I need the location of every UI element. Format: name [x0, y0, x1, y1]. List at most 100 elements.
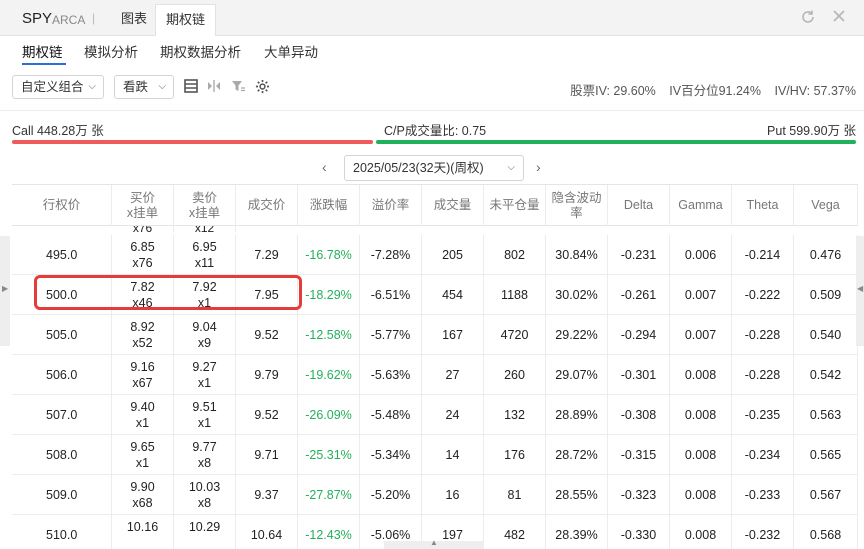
- call-volume: Call 448.28万 张: [12, 124, 104, 138]
- bid-price: 9.40: [130, 400, 155, 414]
- cell-delta: -0.315: [608, 435, 670, 475]
- cell-premium: -5.48%: [360, 395, 422, 435]
- cell-vega: 0.542: [794, 355, 858, 395]
- cell-iv: 30.02%: [546, 275, 608, 315]
- cell-delta: -0.323: [608, 475, 670, 515]
- cell-volume: 14: [422, 435, 484, 475]
- cell-last: 9.52: [236, 315, 298, 355]
- cell-premium: -5.34%: [360, 435, 422, 475]
- bid-price: 10.16: [126, 520, 159, 534]
- combo-select-value: 自定义组合: [21, 80, 84, 94]
- cell-vega: 0.540: [794, 315, 858, 355]
- column-header-chg[interactable]: 涨跌幅: [298, 185, 360, 226]
- subtab-simulation[interactable]: 模拟分析: [84, 41, 138, 61]
- cell-iv: 29.22%: [546, 315, 608, 355]
- cell-delta: -0.294: [608, 315, 670, 355]
- tab-option-chain[interactable]: 期权链: [155, 4, 217, 36]
- cell-iv: 28.89%: [546, 395, 608, 435]
- cell-gamma: 0.008: [670, 515, 732, 549]
- layout-icon[interactable]: [184, 79, 200, 95]
- column-header-premium[interactable]: 溢价率: [360, 185, 422, 226]
- cell-last: 9.37: [236, 475, 298, 515]
- filter-icon[interactable]: [231, 79, 247, 95]
- right-panel-handle[interactable]: ◀: [856, 236, 864, 346]
- column-header-ask[interactable]: 卖价 x挂单: [174, 185, 236, 226]
- bid-price: 9.65: [130, 440, 155, 454]
- table-row[interactable]: 506.0 9.16 x67 9.27 x1 9.79 -19.62% -5.63% 27 260…: [12, 355, 858, 395]
- cell-chg: -12.58%: [298, 315, 360, 355]
- refresh-icon[interactable]: [799, 9, 817, 27]
- close-icon[interactable]: [830, 9, 848, 27]
- column-header-theta[interactable]: Theta: [732, 185, 794, 226]
- column-header-iv[interactable]: 隐含波动率: [546, 185, 608, 226]
- subtab-option-chain[interactable]: 期权链: [22, 41, 63, 61]
- table-row-partial: x76x12: [12, 226, 858, 232]
- cell-chg: -19.62%: [298, 355, 360, 395]
- ask-size: x8: [197, 456, 212, 470]
- expiry-select[interactable]: 2025/05/23(32天)(周权) ⌵: [344, 155, 524, 181]
- cell-delta: -0.301: [608, 355, 670, 395]
- column-header-bid[interactable]: 买价 x挂单: [112, 185, 174, 226]
- column-header-vega[interactable]: Vega: [794, 185, 858, 226]
- cell-theta: -0.214: [732, 235, 794, 275]
- cell-delta: -0.231: [608, 235, 670, 275]
- cell-chg: -27.87%: [298, 475, 360, 515]
- active-subtab-indicator: [22, 63, 66, 65]
- ask-size: x11: [194, 256, 215, 270]
- table-row[interactable]: 495.0 6.85 x76 6.95 x11 7.29 -16.78% -7.28% 205 8…: [12, 235, 858, 275]
- subtab-block-trades[interactable]: 大单异动: [264, 41, 318, 61]
- combo-select[interactable]: 自定义组合 ⌵: [12, 75, 104, 99]
- ask-size: x8: [197, 496, 212, 510]
- table-row[interactable]: 507.0 9.40 x1 9.51 x1 9.52 -26.09% -5.48% 24 132 2…: [12, 395, 858, 435]
- table-row[interactable]: 509.0 9.90 x68 10.03 x8 9.37 -27.87% -5.20% 16 81…: [12, 475, 858, 515]
- subtab-option-data[interactable]: 期权数据分析: [160, 41, 241, 61]
- prev-expiry-button[interactable]: ‹: [322, 159, 327, 175]
- cell-chg: -26.09%: [298, 395, 360, 435]
- column-header-volume[interactable]: 成交量: [422, 185, 484, 226]
- cell-last: 9.71: [236, 435, 298, 475]
- cell-gamma: 0.008: [670, 475, 732, 515]
- column-header-delta[interactable]: Delta: [608, 185, 670, 226]
- strike-align-icon[interactable]: [207, 79, 223, 95]
- expiry-bar: ‹ 2025/05/23(32天)(周权) ⌵ ›: [0, 154, 864, 184]
- cell-volume: 27: [422, 355, 484, 395]
- bottom-panel-handle[interactable]: ▲: [384, 538, 484, 549]
- cell-gamma: 0.006: [670, 235, 732, 275]
- put-volume-bar: [376, 140, 856, 144]
- cell-strike: 510.0: [12, 515, 112, 549]
- bid-size: x76: [132, 256, 153, 270]
- left-panel-handle[interactable]: ▶: [0, 236, 10, 346]
- table-header: 行权价 买价 x挂单 卖价 x挂单 成交价 涨跌幅 溢价率 成交量 未平仓量 隐含波动率 Delt…: [12, 185, 858, 226]
- column-header-strike[interactable]: 行权价: [12, 185, 112, 226]
- call-volume-bar: [12, 140, 373, 144]
- cell-bid: 8.92 x52: [112, 315, 174, 355]
- column-header-gamma[interactable]: Gamma: [670, 185, 732, 226]
- option-chain-table: 行权价 买价 x挂单 卖价 x挂单 成交价 涨跌幅 溢价率 成交量 未平仓量 隐含波动率 Delt…: [12, 184, 858, 549]
- ask-price: 9.77: [192, 440, 217, 454]
- cell-bid: 9.90 x68: [112, 475, 174, 515]
- cell-oi: 176: [484, 435, 546, 475]
- cell-iv: 28.72%: [546, 435, 608, 475]
- cell-strike: 495.0: [12, 235, 112, 275]
- column-header-last[interactable]: 成交价: [236, 185, 298, 226]
- cell-chg: -18.29%: [298, 275, 360, 315]
- tab-chart[interactable]: 图表: [111, 4, 157, 34]
- table-row[interactable]: 505.0 8.92 x52 9.04 x9 9.52 -12.58% -5.77% 167 47…: [12, 315, 858, 355]
- next-expiry-button[interactable]: ›: [536, 159, 541, 175]
- call-put-bar: Call 448.28万 张 C/P成交量比: 0.75 Put 599.90万…: [0, 110, 864, 150]
- cell-premium: -5.63%: [360, 355, 422, 395]
- column-header-oi[interactable]: 未平仓量: [484, 185, 546, 226]
- bid-price: 9.90: [130, 480, 155, 494]
- put-volume: Put 599.90万 张: [767, 124, 856, 138]
- table-row[interactable]: 508.0 9.65 x1 9.77 x8 9.71 -25.31% -5.34% 14 176 2…: [12, 435, 858, 475]
- stock-iv: 股票IV: 29.60%: [570, 84, 656, 98]
- cell-ask: 10.29: [174, 515, 236, 549]
- gear-icon[interactable]: [255, 79, 271, 95]
- cell-vega: 0.565: [794, 435, 858, 475]
- direction-select[interactable]: 看跌 ⌵: [114, 75, 174, 99]
- cell-theta: -0.228: [732, 315, 794, 355]
- cell-oi: 132: [484, 395, 546, 435]
- ask-price: 9.27: [192, 360, 217, 374]
- cell-vega: 0.476: [794, 235, 858, 275]
- cell-strike: 505.0: [12, 315, 112, 355]
